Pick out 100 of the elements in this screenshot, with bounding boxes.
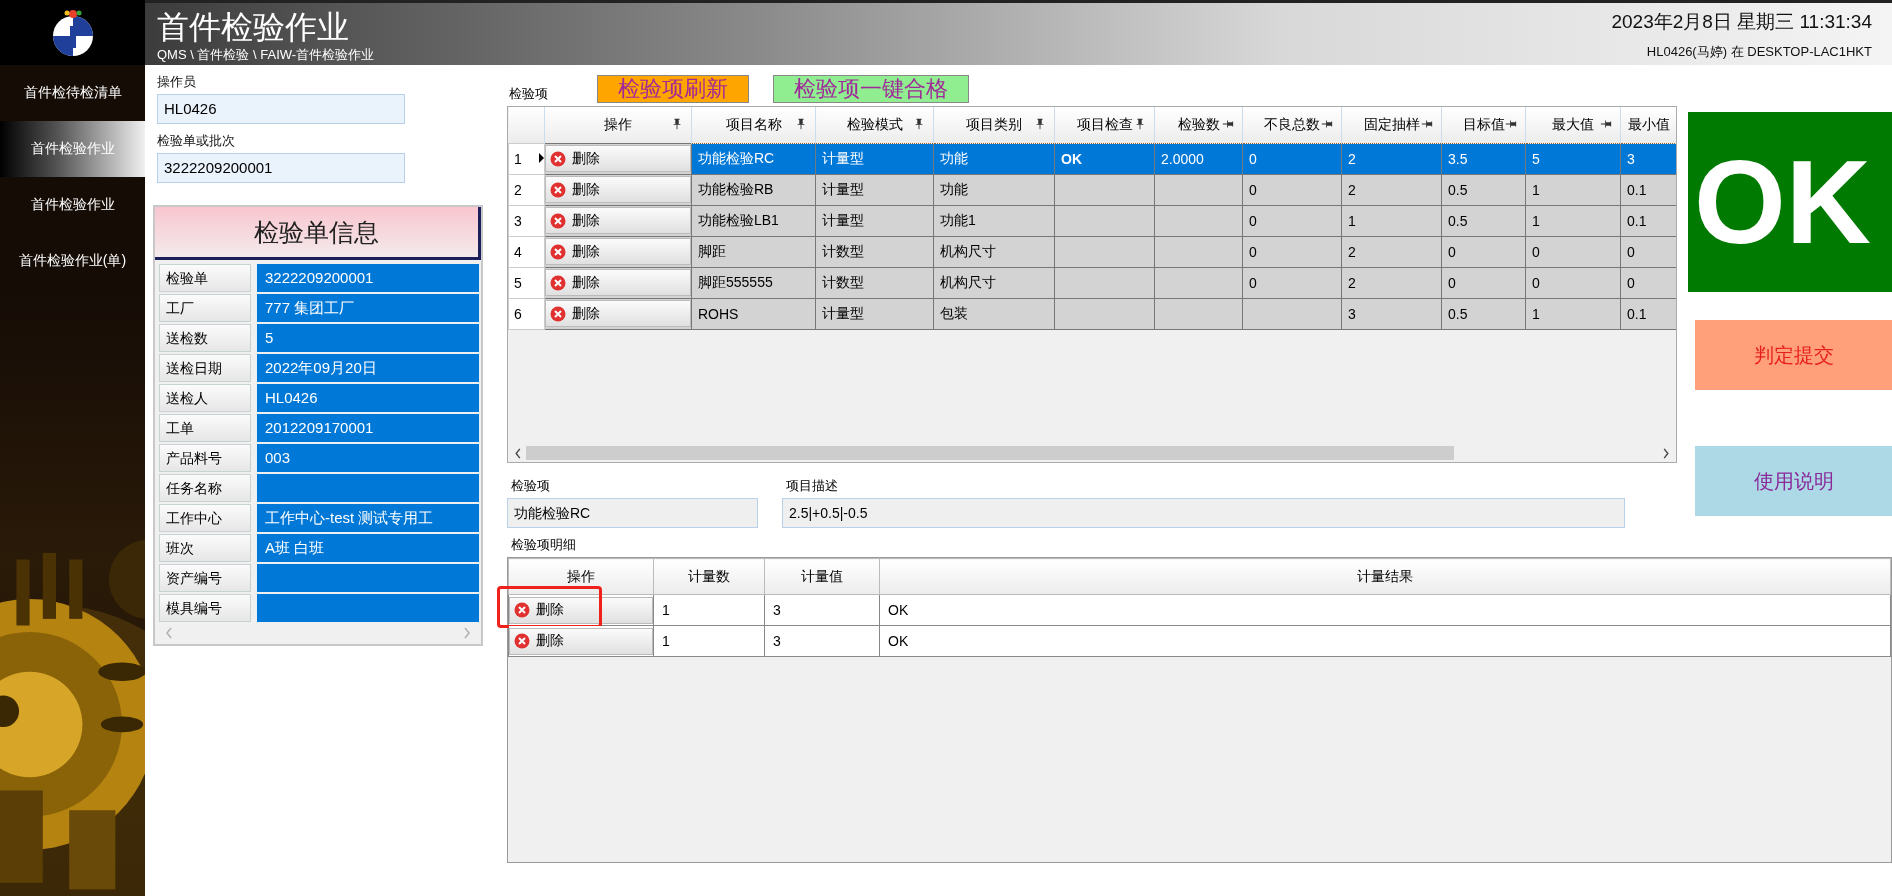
delete-icon bbox=[550, 150, 566, 167]
table-cell: 3 bbox=[1627, 150, 1635, 167]
table-cell: 2 bbox=[1348, 274, 1356, 291]
field-label: 项目描述 bbox=[786, 477, 839, 495]
row-header[interactable]: 5 bbox=[508, 267, 545, 299]
table-cell: 0 bbox=[1249, 243, 1257, 260]
field-label: 检验项 bbox=[511, 477, 551, 495]
column-header[interactable]: 最小值 bbox=[1620, 106, 1676, 144]
verdict-panel: OK bbox=[1688, 112, 1892, 292]
table-cell: 3 bbox=[773, 633, 781, 649]
sidebar-item[interactable]: 首件检验作业 bbox=[0, 121, 145, 177]
column-header[interactable]: 操作 bbox=[508, 558, 654, 595]
table-cell: 脚距555555 bbox=[698, 273, 773, 290]
table-cell: 计量型 bbox=[822, 149, 864, 166]
table-cell: OK bbox=[888, 602, 909, 618]
info-label: 班次 bbox=[159, 534, 251, 562]
column-header[interactable]: 计量结果 bbox=[879, 558, 1891, 595]
column-header[interactable]: 项目检查 bbox=[1054, 106, 1155, 144]
action-button[interactable]: 使用说明 bbox=[1695, 446, 1892, 516]
info-label: 工单 bbox=[159, 414, 251, 442]
delete-icon bbox=[514, 633, 530, 649]
info-label: 检验单 bbox=[159, 264, 251, 292]
delete-button[interactable]: 删除 bbox=[545, 207, 691, 235]
sidebar-item[interactable]: 首件检验作业 bbox=[0, 177, 145, 233]
info-value: A班 白班 bbox=[257, 534, 479, 562]
row-header[interactable]: 2 bbox=[508, 174, 545, 206]
table-cell: OK bbox=[1061, 150, 1082, 167]
table-cell: 3.5 bbox=[1448, 150, 1468, 167]
row-header[interactable]: 6 bbox=[508, 298, 545, 330]
date-time: 2023年2月8日 星期三 11:31:34 bbox=[1611, 10, 1872, 34]
info-label: 资产编号 bbox=[159, 564, 251, 592]
table-cell: 0.1 bbox=[1627, 181, 1647, 198]
info-label: 工作中心 bbox=[159, 504, 251, 532]
info-label: 送检日期 bbox=[159, 354, 251, 382]
column-header[interactable]: 计量数 bbox=[653, 558, 765, 595]
table-cell: 1 bbox=[1532, 181, 1540, 198]
table-cell: 计数型 bbox=[822, 273, 864, 290]
table-cell: 0 bbox=[1249, 150, 1257, 167]
table-cell: 包装 bbox=[940, 304, 968, 321]
scroll-right-icon[interactable] bbox=[1662, 447, 1670, 459]
toolbar-button[interactable]: 检验项一键合格 bbox=[773, 74, 969, 103]
table-cell: 1 bbox=[1532, 305, 1540, 322]
delete-icon bbox=[550, 274, 566, 291]
corner-cell bbox=[508, 106, 545, 144]
column-header[interactable]: 计量值 bbox=[764, 558, 880, 595]
table-cell: 脚距 bbox=[698, 242, 726, 259]
info-label: 送检人 bbox=[159, 384, 251, 412]
breadcrumb: QMS \ 首件检验 \ FAIW-首件检验作业 bbox=[157, 47, 375, 63]
column-header[interactable]: 操作 bbox=[544, 106, 692, 144]
column-header[interactable]: 不良总数 bbox=[1242, 106, 1342, 144]
order-field[interactable]: 3222209200001 bbox=[157, 153, 405, 183]
info-label: 送检数 bbox=[159, 324, 251, 352]
table-cell: 0 bbox=[1448, 274, 1456, 291]
user-info: HL0426(马婷) 在 DESKTOP-LAC1HKT bbox=[1646, 43, 1872, 61]
column-header[interactable]: 项目类别 bbox=[933, 106, 1055, 144]
column-header[interactable]: 最大值 bbox=[1525, 106, 1621, 144]
delete-button[interactable]: 删除 bbox=[545, 145, 691, 173]
column-header[interactable]: 检验数 bbox=[1154, 106, 1243, 144]
table-cell: 功能检验LB1 bbox=[698, 211, 779, 228]
table-cell: 3 bbox=[1348, 305, 1356, 322]
table-cell: 功能1 bbox=[940, 211, 976, 228]
scroll-thumb[interactable] bbox=[526, 446, 1455, 460]
info-label: 产品料号 bbox=[159, 444, 251, 472]
row-header[interactable]: 3 bbox=[508, 205, 545, 237]
delete-button[interactable]: 删除 bbox=[545, 176, 691, 204]
description-field: 2.5|+0.5|-0.5 bbox=[782, 498, 1625, 528]
info-value: 3222209200001 bbox=[257, 264, 479, 292]
page-title: 首件检验作业 bbox=[157, 8, 350, 47]
info-value: 2022年09月20日 bbox=[257, 354, 479, 382]
column-header[interactable]: 检验模式 bbox=[815, 106, 934, 144]
delete-button[interactable]: 删除 bbox=[545, 269, 691, 297]
table-cell: 功能 bbox=[940, 180, 968, 197]
table-cell: 0.5 bbox=[1448, 305, 1468, 322]
info-label: 工厂 bbox=[159, 294, 251, 322]
info-value: 003 bbox=[257, 444, 479, 472]
table-cell: 0 bbox=[1249, 212, 1257, 229]
scroll-left-icon[interactable] bbox=[514, 447, 522, 459]
row-header[interactable]: 4 bbox=[508, 236, 545, 268]
delete-button[interactable]: 删除 bbox=[509, 596, 653, 624]
table-cell: 0 bbox=[1532, 274, 1540, 291]
table-cell: 0 bbox=[1532, 243, 1540, 260]
table-cell: 计量型 bbox=[822, 180, 864, 197]
table-cell: 0 bbox=[1627, 274, 1635, 291]
table-cell: ROHS bbox=[698, 305, 739, 322]
table-cell: 2 bbox=[1348, 243, 1356, 260]
sidebar-item[interactable]: 首件检待检清单 bbox=[0, 65, 145, 121]
row-header[interactable]: 1 bbox=[508, 143, 545, 175]
section-label: 检验项 bbox=[508, 84, 549, 103]
sidebar-item[interactable]: 首件检验作业(单) bbox=[0, 233, 145, 289]
column-header[interactable]: 固定抽样 bbox=[1341, 106, 1442, 144]
table-cell: 机构尺寸 bbox=[940, 273, 996, 290]
operator-field[interactable]: HL0426 bbox=[157, 94, 405, 124]
table-cell: 2 bbox=[1348, 150, 1356, 167]
column-header[interactable]: 项目名称 bbox=[691, 106, 816, 144]
info-label: 模具编号 bbox=[159, 594, 251, 622]
table-cell: 0 bbox=[1249, 181, 1257, 198]
column-header[interactable]: 目标值 bbox=[1441, 106, 1526, 144]
delete-button[interactable]: 删除 bbox=[545, 238, 691, 266]
delete-button[interactable]: 删除 bbox=[545, 300, 691, 328]
delete-button[interactable]: 删除 bbox=[509, 627, 653, 655]
